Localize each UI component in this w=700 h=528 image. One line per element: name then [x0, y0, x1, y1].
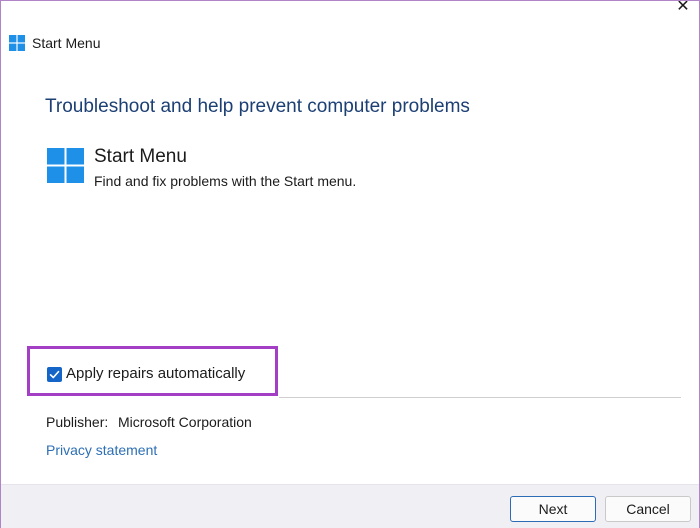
troubleshooter-description: Find and fix problems with the Start men… — [94, 173, 357, 189]
privacy-statement-link[interactable]: Privacy statement — [46, 442, 157, 458]
start-menu-icon — [47, 148, 84, 183]
checkmark-icon — [49, 370, 60, 379]
next-button[interactable]: Next — [510, 496, 596, 522]
cancel-button[interactable]: Cancel — [605, 496, 691, 522]
window-title: Start Menu — [32, 35, 101, 51]
publisher-value: Microsoft Corporation — [118, 414, 252, 430]
apply-repairs-label[interactable]: Apply repairs automatically — [66, 365, 245, 382]
close-button[interactable]: ✕ — [667, 1, 699, 13]
apply-repairs-checkbox[interactable] — [47, 367, 62, 382]
page-heading: Troubleshoot and help prevent computer p… — [45, 96, 470, 117]
windows-logo-icon — [9, 35, 25, 51]
publisher-label: Publisher: — [46, 414, 109, 430]
close-icon: ✕ — [676, 1, 690, 13]
troubleshooter-window: Start Menu ✕ Troubleshoot and help preve… — [0, 0, 700, 528]
title-bar: Start Menu ✕ — [1, 1, 699, 57]
troubleshooter-name: Start Menu — [94, 146, 187, 167]
divider — [279, 397, 681, 398]
